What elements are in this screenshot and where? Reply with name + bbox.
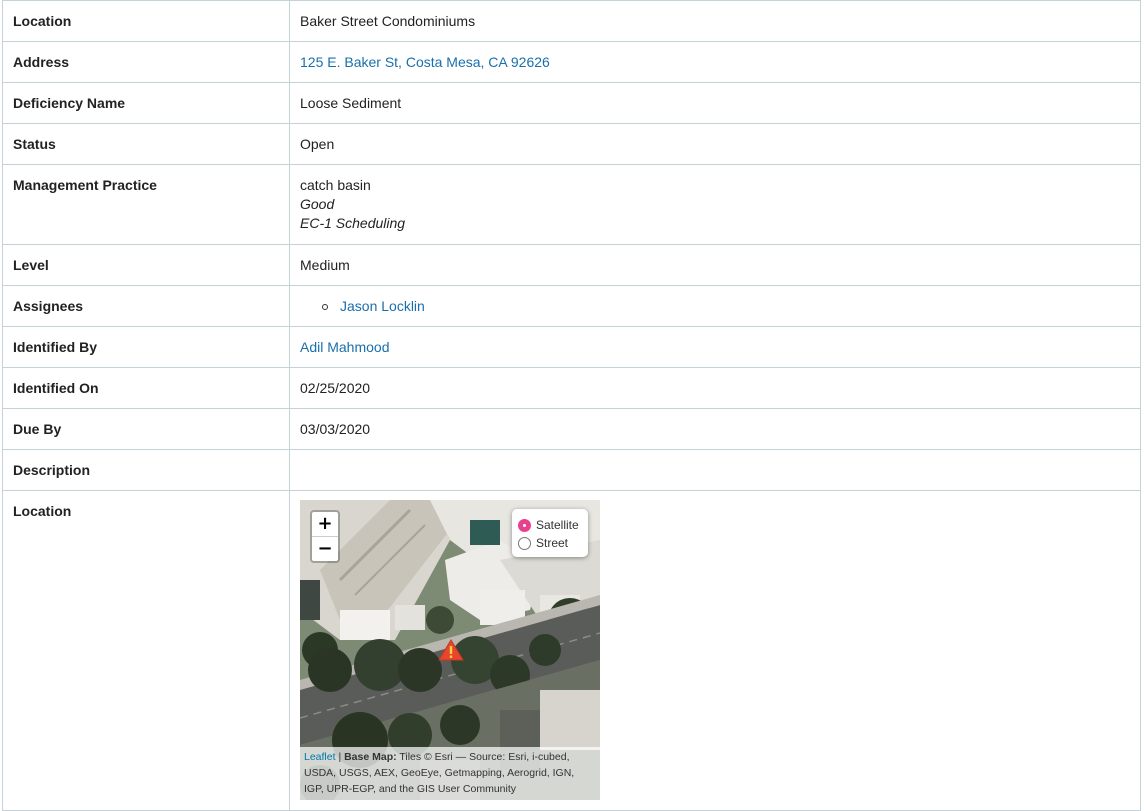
location-value: Baker Street Condominiums [289, 0, 1141, 42]
bullet-circle-icon [322, 304, 328, 310]
description-value [289, 449, 1141, 491]
location-label: Location [2, 0, 290, 42]
basemap-label: Base Map: [344, 751, 397, 763]
identified-by-cell: Adil Mahmood [289, 326, 1141, 368]
management-practice-rating: Good [300, 196, 335, 212]
status-label: Status [2, 123, 290, 165]
assignees-list: Jason Locklin [300, 297, 1130, 316]
map-location-label: Location [2, 490, 290, 811]
address-label: Address [2, 41, 290, 83]
management-practice-name: catch basin [300, 177, 371, 193]
row-due-by: Due By 03/03/2020 [2, 408, 1141, 450]
zoom-out-button[interactable]: − [312, 537, 338, 561]
row-identified-by: Identified By Adil Mahmood [2, 326, 1141, 368]
address-link[interactable]: 125 E. Baker St, Costa Mesa, CA 92626 [300, 54, 550, 70]
deficiency-detail-table: Location Baker Street Condominiums Addre… [2, 0, 1141, 811]
identified-by-label: Identified By [2, 326, 290, 368]
map-cell: + − Satellite Street Leaflet | Base Map:… [289, 490, 1141, 811]
due-by-label: Due By [2, 408, 290, 450]
row-assignees: Assignees Jason Locklin [2, 285, 1141, 327]
identified-by-link[interactable]: Adil Mahmood [300, 339, 390, 355]
assignees-label: Assignees [2, 285, 290, 327]
row-address: Address 125 E. Baker St, Costa Mesa, CA … [2, 41, 1141, 83]
row-location: Location Baker Street Condominiums [2, 0, 1141, 42]
assignee-item: Jason Locklin [322, 297, 1130, 316]
zoom-control: + − [310, 510, 340, 563]
identified-on-label: Identified On [2, 367, 290, 409]
address-cell: 125 E. Baker St, Costa Mesa, CA 92626 [289, 41, 1141, 83]
level-label: Level [2, 244, 290, 286]
management-practice-code: EC-1 Scheduling [300, 215, 406, 231]
row-description: Description [2, 449, 1141, 491]
row-management-practice: Management Practice catch basin Good EC-… [2, 164, 1141, 245]
assignees-cell: Jason Locklin [289, 285, 1141, 327]
deficiency-name-value: Loose Sediment [289, 82, 1141, 124]
management-practice-cell: catch basin Good EC-1 Scheduling [289, 164, 1141, 245]
management-practice-label: Management Practice [2, 164, 290, 245]
attribution-separator: | [335, 751, 345, 763]
assignee-link[interactable]: Jason Locklin [340, 298, 425, 314]
row-deficiency-name: Deficiency Name Loose Sediment [2, 82, 1141, 124]
due-by-value: 03/03/2020 [289, 408, 1141, 450]
status-value: Open [289, 123, 1141, 165]
row-map-location: Location + − Satellite Street Leaflet | … [2, 490, 1141, 811]
layer-switcher: Satellite Street [512, 509, 588, 557]
deficiency-name-label: Deficiency Name [2, 82, 290, 124]
level-value: Medium [289, 244, 1141, 286]
street-radio[interactable] [518, 537, 531, 550]
description-label: Description [2, 449, 290, 491]
satellite-map[interactable]: + − Satellite Street Leaflet | Base Map:… [300, 500, 600, 800]
row-status: Status Open [2, 123, 1141, 165]
map-attribution: Leaflet | Base Map: Tiles © Esri — Sourc… [300, 747, 600, 800]
leaflet-link[interactable]: Leaflet [304, 751, 336, 763]
satellite-label: Satellite [536, 518, 579, 532]
row-level: Level Medium [2, 244, 1141, 286]
satellite-radio[interactable] [518, 519, 531, 532]
warning-triangle-icon[interactable] [438, 639, 464, 666]
identified-on-value: 02/25/2020 [289, 367, 1141, 409]
street-label: Street [536, 536, 569, 550]
row-identified-on: Identified On 02/25/2020 [2, 367, 1141, 409]
zoom-in-button[interactable]: + [312, 512, 338, 537]
